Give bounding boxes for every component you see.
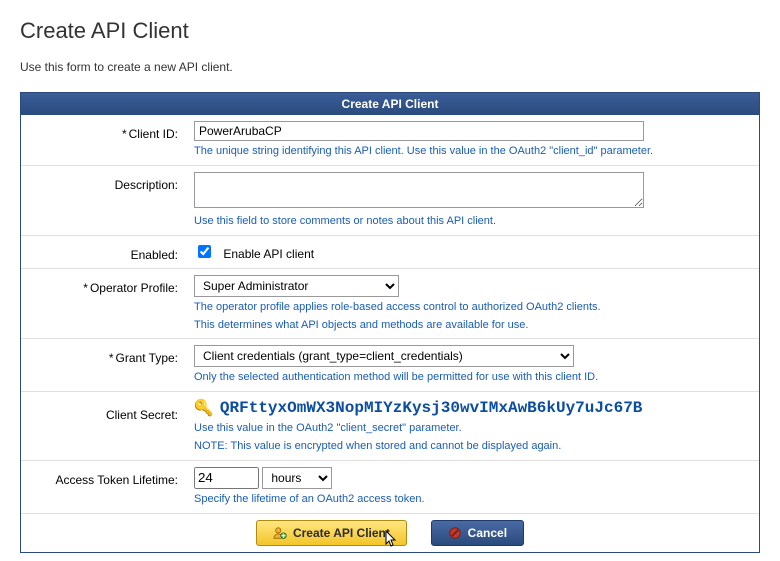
- create-api-client-button[interactable]: Create API Client: [256, 520, 407, 546]
- grant-type-select[interactable]: Client credentials (grant_type=client_cr…: [194, 345, 574, 367]
- access-token-lifetime-hint: Specify the lifetime of an OAuth2 access…: [194, 492, 751, 507]
- description-textarea[interactable]: [194, 172, 644, 208]
- client-id-label: *Client ID:: [21, 115, 186, 165]
- create-api-client-panel: Create API Client *Client ID: The unique…: [20, 92, 760, 553]
- operator-profile-select[interactable]: Super Administrator: [194, 275, 399, 297]
- form-table: *Client ID: The unique string identifyin…: [21, 115, 759, 552]
- cancel-button[interactable]: Cancel: [431, 520, 524, 546]
- description-label: Description:: [21, 165, 186, 235]
- intro-text: Use this form to create a new API client…: [20, 60, 760, 74]
- access-token-lifetime-unit[interactable]: hours: [262, 467, 332, 489]
- grant-type-hint: Only the selected authentication method …: [194, 370, 751, 385]
- enabled-label: Enabled:: [21, 235, 186, 268]
- client-id-hint: The unique string identifying this API c…: [194, 144, 751, 159]
- panel-heading: Create API Client: [21, 93, 759, 115]
- enabled-checkbox-label: Enable API client: [223, 247, 314, 261]
- client-secret-value: QRFttyxOmWX3NopMIYzKysj30wvIMxAwB6kUy7uJ…: [220, 399, 642, 417]
- client-secret-hint2: NOTE: This value is encrypted when store…: [194, 439, 751, 454]
- page-title: Create API Client: [20, 18, 760, 44]
- client-secret-label: Client Secret:: [21, 392, 186, 461]
- operator-profile-hint2: This determines what API objects and met…: [194, 318, 751, 333]
- client-id-input[interactable]: [194, 121, 644, 141]
- enabled-checkbox[interactable]: [198, 245, 211, 258]
- add-user-icon: [273, 526, 287, 540]
- description-hint: Use this field to store comments or note…: [194, 214, 751, 229]
- grant-type-label: *Grant Type:: [21, 339, 186, 392]
- key-icon: 🔑: [194, 398, 214, 418]
- operator-profile-hint1: The operator profile applies role-based …: [194, 300, 751, 315]
- access-token-lifetime-number[interactable]: [194, 467, 259, 489]
- cancel-icon: [448, 526, 462, 540]
- create-button-label: Create API Client: [293, 526, 390, 540]
- cancel-button-label: Cancel: [468, 526, 507, 540]
- operator-profile-label: *Operator Profile:: [21, 268, 186, 339]
- access-token-lifetime-label: Access Token Lifetime:: [21, 460, 186, 513]
- client-secret-hint1: Use this value in the OAuth2 "client_sec…: [194, 421, 751, 436]
